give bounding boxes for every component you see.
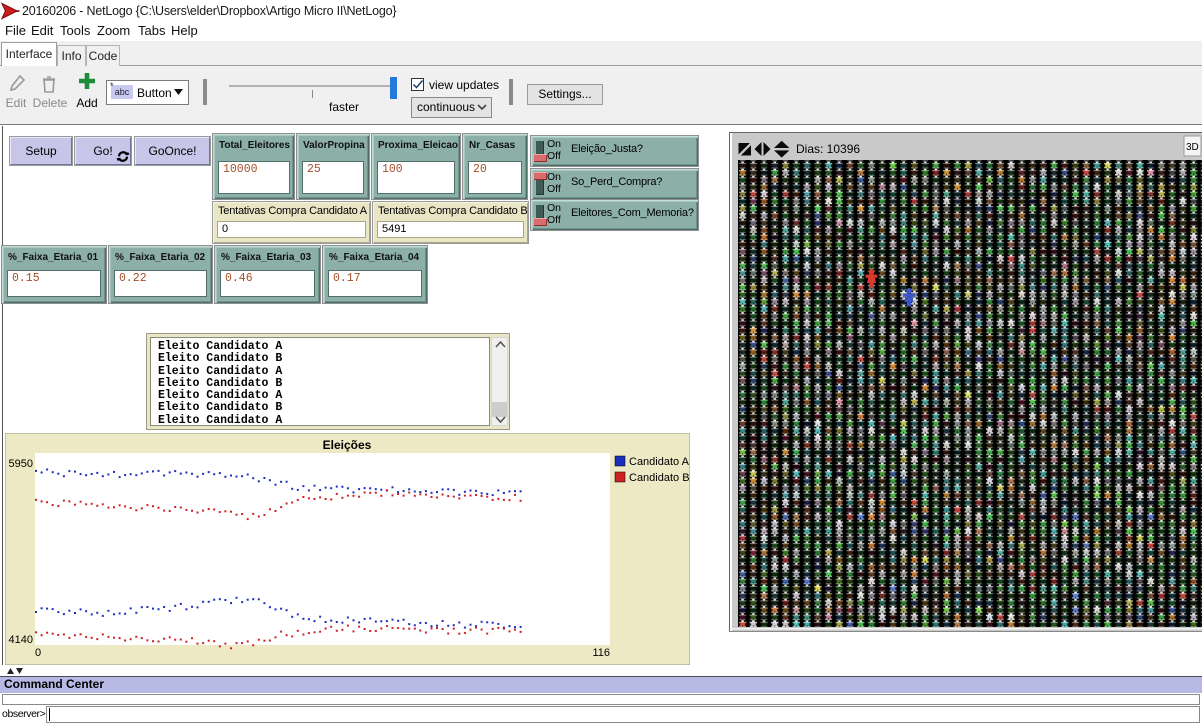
svg-text:Candidato B: Candidato B: [629, 472, 690, 484]
svg-text:116: 116: [592, 647, 610, 659]
svg-text:3D: 3D: [1186, 142, 1199, 153]
svg-text:0: 0: [35, 647, 41, 659]
svg-text:Candidato A: Candidato A: [629, 456, 690, 468]
svg-text:Eleições: Eleições: [323, 438, 372, 452]
svg-text:Dias: 10396: Dias: 10396: [796, 142, 860, 156]
svg-text:5950: 5950: [9, 458, 33, 470]
svg-text:4140: 4140: [9, 634, 33, 646]
